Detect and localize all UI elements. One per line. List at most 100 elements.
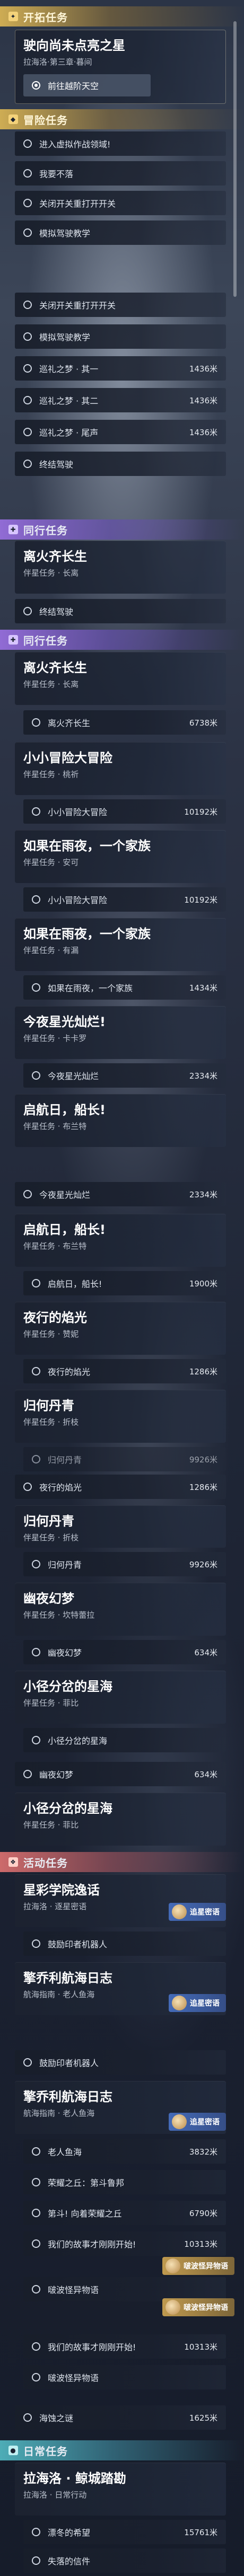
quest-objective[interactable]: 海蚀之谜 1625米 [15, 2405, 226, 2430]
section-title: 同行任务 [23, 634, 68, 647]
objective-label: 终结驾驶 [39, 607, 74, 617]
quest-objective[interactable]: 夜行的焰光 1286米 [23, 1359, 226, 1383]
quest-objective[interactable]: 鼓励印者机器人 [23, 1931, 226, 1956]
quest-objective[interactable]: 啵波怪异物语 [23, 2365, 226, 2389]
quest-objective[interactable]: 夜行的焰光 1286米 [15, 1475, 226, 1499]
quest-subtitle: 伴星任务 · 折枝 [23, 1417, 79, 1427]
quest-objective[interactable]: 我要不落 [15, 161, 226, 186]
quest-objective[interactable]: 关闭开关重打开开关 [15, 191, 226, 215]
quest-objective[interactable]: 终结驾驶 [15, 452, 226, 476]
objective-marker-icon [23, 428, 32, 436]
objective-marker-icon [23, 199, 32, 207]
quest-card[interactable]: 今夜星光灿烂! 伴星任务 · 卡卡罗 [15, 1006, 226, 1059]
quest-objective[interactable]: 今夜星光灿烂 2334米 [23, 1063, 226, 1088]
objective-label: 夜行的焰光 [39, 1483, 82, 1493]
objective-marker-icon [23, 301, 32, 309]
objective-distance: 1434米 [189, 983, 217, 993]
section-title: 日常任务 [23, 2445, 68, 2458]
objective-distance: 15761米 [184, 2527, 217, 2537]
quest-subtitle: 拉海洛 · 日常行动 [23, 2490, 87, 2500]
section-header-trailblaze: ✦ 开拓任务 [0, 6, 244, 27]
quest-card[interactable]: 夜行的焰光 伴星任务 · 赞妮 [15, 1302, 226, 1355]
quest-objective-active[interactable]: 前往越阶天空 [23, 74, 151, 96]
quest-title: 归何丹青 [23, 1514, 74, 1529]
quest-objective[interactable]: 漂冬的希望 15761米 [23, 2520, 226, 2544]
quest-objective[interactable]: 进入虚拟作战领域! [15, 131, 226, 156]
quest-objective[interactable]: 关闭开关重打开开关 [15, 293, 226, 317]
quest-objective[interactable]: 小小冒险大冒险 10192米 [23, 887, 226, 912]
objective-marker-icon [32, 2342, 40, 2351]
quest-objective[interactable]: 我们的故事才刚刚开始! 10313米 [23, 2231, 226, 2256]
quest-objective[interactable]: 第斗! 向着荣耀之丘 6790米 [23, 2201, 226, 2225]
quest-objective[interactable]: 荣耀之丘：第斗鲁邦 [23, 2170, 226, 2194]
quest-objective[interactable]: 启航日，船长! 1900米 [23, 1271, 226, 1295]
quest-card[interactable]: 如果在雨夜，一个家族 伴星任务 · 安可 [15, 830, 226, 883]
objective-label: 归何丹青 [48, 1455, 82, 1465]
objective-marker-icon [23, 1483, 32, 1491]
objective-marker-icon [32, 2209, 40, 2217]
quest-card[interactable]: 小径分岔的星海 伴星任务 · 菲比 [15, 1671, 226, 1724]
quest-objective[interactable]: 我们的故事才刚刚开始! 10313米 [23, 2334, 226, 2359]
objective-label: 模拟驾驶教学 [39, 332, 91, 342]
quest-card[interactable]: 启航日，船长! 伴星任务 · 布兰特 [15, 1214, 226, 1267]
section-title: 冒险任务 [23, 113, 68, 127]
objective-distance: 10192米 [184, 895, 217, 905]
badge-label: 追星密语 [190, 1999, 220, 2008]
quest-card[interactable]: 启航日，船长! 伴星任务 · 布兰特 [15, 1094, 226, 1147]
quest-title: 今夜星光灿烂! [23, 1014, 106, 1029]
objective-marker-icon [23, 607, 32, 615]
quest-objective[interactable]: 离火齐长生 6738米 [23, 710, 226, 735]
quest-objective[interactable]: 巡礼之梦 · 其二 1436米 [15, 388, 226, 412]
objective-distance: 6738米 [189, 718, 217, 728]
quest-card[interactable]: 离火齐长生 伴星任务 · 长离 [15, 541, 226, 594]
objective-label: 幽夜幻梦 [39, 1770, 74, 1780]
objective-label: 终结驾驶 [39, 460, 74, 470]
quest-card[interactable]: 小径分岔的星海 伴星任务 · 菲比 [15, 1793, 226, 1846]
objective-label: 鼓励印者机器人 [39, 2058, 99, 2068]
quest-card[interactable]: 归何丹青 伴星任务 · 折枝 [15, 1390, 226, 1443]
quest-objective[interactable]: 如果在雨夜，一个家族 1434米 [23, 975, 226, 1000]
quest-objective[interactable]: 归何丹青 9926米 [23, 1447, 226, 1471]
quest-objective[interactable]: 模拟驾驶教学 [15, 220, 226, 245]
objective-label: 第斗! 向着荣耀之丘 [48, 2209, 122, 2219]
objective-marker-icon [32, 2285, 40, 2293]
quest-card[interactable]: 小小冒险大冒险 伴星任务 · 桃祈 [15, 742, 226, 795]
section-title: 活动任务 [23, 1856, 68, 1869]
quest-objective[interactable]: 归何丹青 9926米 [23, 1552, 226, 1576]
quest-objective[interactable]: 老人鱼海 3832米 [23, 2139, 226, 2164]
objective-label: 小小冒险大冒险 [48, 895, 108, 905]
quest-objective[interactable]: 终结驾驶 [15, 599, 226, 623]
quest-title: 驶向尚未点亮之星 [23, 38, 125, 53]
section-header-event: ❖ 活动任务 [0, 1852, 244, 1872]
quest-objective[interactable]: 小小冒险大冒险 10192米 [23, 799, 226, 824]
objective-label: 模拟驾驶教学 [39, 228, 91, 239]
daily-icon: ● [8, 2446, 18, 2455]
quest-objective[interactable]: 失落的信件 [23, 2548, 226, 2573]
treasure-story-badge: 啵波怪异物语 [162, 2298, 234, 2316]
objective-distance: 9926米 [189, 1454, 217, 1465]
quest-card[interactable]: 离火齐长生 伴星任务 · 长离 [15, 652, 226, 705]
quest-card[interactable]: 归何丹青 伴星任务 · 折枝 [15, 1505, 226, 1548]
scrollbar[interactable] [233, 21, 237, 297]
objective-label: 前往越阶天空 [48, 81, 99, 91]
quest-title: 擎乔利航海日志 [23, 1971, 112, 1986]
quest-objective[interactable]: 今夜星光灿烂 2334米 [15, 1182, 226, 1206]
objective-label: 今夜星光灿烂 [48, 1071, 99, 1081]
objective-label: 启航日，船长! [48, 1279, 102, 1289]
objective-distance: 2334米 [189, 1071, 217, 1081]
quest-objective[interactable]: 巡礼之梦 · 尾声 1436米 [15, 420, 226, 444]
quest-objective[interactable]: 幽夜幻梦 634米 [15, 1762, 226, 1786]
objective-label: 幽夜幻梦 [48, 1648, 82, 1658]
quest-card[interactable]: 幽夜幻梦 伴星任务 · 坎特蕾拉 [15, 1583, 226, 1636]
quest-objective[interactable]: 巡礼之梦 · 其一 1436米 [15, 356, 226, 381]
quest-card[interactable]: 拉海洛 · 鲸城踏勘 拉海洛 · 日常行动 [15, 2463, 226, 2516]
quest-subtitle: 伴星任务 · 布兰特 [23, 1241, 87, 1251]
objective-label: 关闭开关重打开开关 [39, 199, 116, 209]
objective-marker-icon [23, 1770, 32, 1778]
quest-objective[interactable]: 小径分岔的星海 [23, 1728, 226, 1752]
quest-objective[interactable]: 幽夜幻梦 634米 [23, 1640, 226, 1664]
quest-card[interactable]: 如果在雨夜，一个家族 伴星任务 · 有漏 [15, 918, 226, 971]
objective-marker-icon [32, 2373, 40, 2381]
quest-objective[interactable]: 模拟驾驶教学 [15, 324, 226, 349]
quest-objective[interactable]: 鼓励印者机器人 [15, 2050, 226, 2075]
